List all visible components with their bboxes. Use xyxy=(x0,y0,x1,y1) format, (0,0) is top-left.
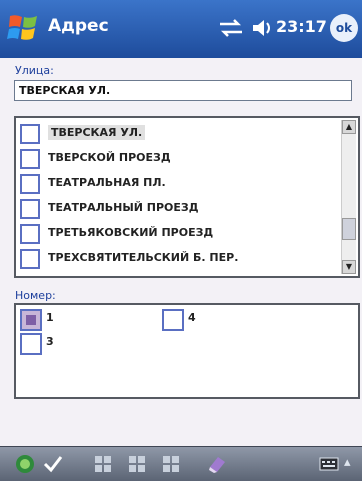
list-item-label: ТВЕРСКАЯ УЛ. xyxy=(48,125,146,140)
checkbox[interactable] xyxy=(162,309,184,331)
eraser-icon[interactable] xyxy=(206,453,228,475)
list-item[interactable]: ТВЕРСКАЯ УЛ. xyxy=(20,122,340,146)
checkbox[interactable] xyxy=(20,309,42,331)
checkbox[interactable] xyxy=(20,199,40,219)
connectivity-icon[interactable] xyxy=(218,19,244,37)
list-item[interactable]: ТРЕТЬЯКОВСКИЙ ПРОЕЗД xyxy=(20,222,340,246)
house-item-label: 4 xyxy=(188,311,196,324)
checkbox[interactable] xyxy=(20,333,42,355)
house-item-label: 1 xyxy=(46,311,54,324)
checkbox[interactable] xyxy=(20,224,40,244)
grid-icon[interactable] xyxy=(126,453,148,475)
keyboard-icon[interactable] xyxy=(318,453,340,475)
street-input[interactable]: ТВЕРСКАЯ УЛ. xyxy=(14,80,352,101)
list-item[interactable]: ТВЕРСКОЙ ПРОЕЗД xyxy=(20,147,340,171)
street-list[interactable]: ТВЕРСКАЯ УЛ. ТВЕРСКОЙ ПРОЕЗД ТЕАТРАЛЬНАЯ… xyxy=(14,116,360,278)
list-item-label: ТЕАТРАЛЬНЫЙ ПРОЕЗД xyxy=(48,201,199,214)
list-item-label: ТВЕРСКОЙ ПРОЕЗД xyxy=(48,151,171,164)
grid-icon[interactable] xyxy=(92,453,114,475)
title-bar: Адрес 23:17 ok xyxy=(0,0,362,58)
house-number-list[interactable]: 1 4 3 xyxy=(14,303,360,399)
scrollbar[interactable]: ▲ ▼ xyxy=(341,120,356,274)
house-item[interactable]: 3 xyxy=(20,333,100,355)
house-item[interactable]: 1 xyxy=(20,309,100,331)
ok-button[interactable]: ok xyxy=(330,14,358,42)
scroll-thumb[interactable] xyxy=(342,218,356,240)
grid-icon[interactable] xyxy=(160,453,182,475)
house-item[interactable]: 4 xyxy=(162,309,242,331)
checkbox[interactable] xyxy=(20,124,40,144)
clock[interactable]: 23:17 xyxy=(276,17,327,36)
list-item-label: ТРЕТЬЯКОВСКИЙ ПРОЕЗД xyxy=(48,226,214,239)
input-menu-arrow-icon[interactable]: ▴ xyxy=(344,455,351,470)
checkbox[interactable] xyxy=(20,174,40,194)
street-label: Улица: xyxy=(15,64,54,77)
checkbox[interactable] xyxy=(20,149,40,169)
checkbox[interactable] xyxy=(20,249,40,269)
list-item-label: ТРЕХСВЯТИТЕЛЬСКИЙ Б. ПЕР. xyxy=(48,251,239,264)
list-item[interactable]: ТЕАТРАЛЬНАЯ ПЛ. xyxy=(20,172,340,196)
start-icon[interactable] xyxy=(14,453,36,475)
scroll-up-arrow-icon[interactable]: ▲ xyxy=(342,120,356,134)
list-item-label: ТЕАТРАЛЬНАЯ ПЛ. xyxy=(48,176,166,189)
house-item-label: 3 xyxy=(46,335,54,348)
scroll-down-arrow-icon[interactable]: ▼ xyxy=(342,260,356,274)
house-number-label: Номер: xyxy=(15,289,56,302)
app-title: Адрес xyxy=(48,16,109,36)
check-icon[interactable] xyxy=(42,453,64,475)
list-item[interactable]: ТРЕХСВЯТИТЕЛЬСКИЙ Б. ПЕР. xyxy=(20,247,340,271)
windows-start-icon[interactable] xyxy=(6,10,42,46)
menu-bar: ▴ xyxy=(0,446,362,481)
list-item[interactable]: ТЕАТРАЛЬНЫЙ ПРОЕЗД xyxy=(20,197,340,221)
volume-icon[interactable] xyxy=(250,17,272,39)
